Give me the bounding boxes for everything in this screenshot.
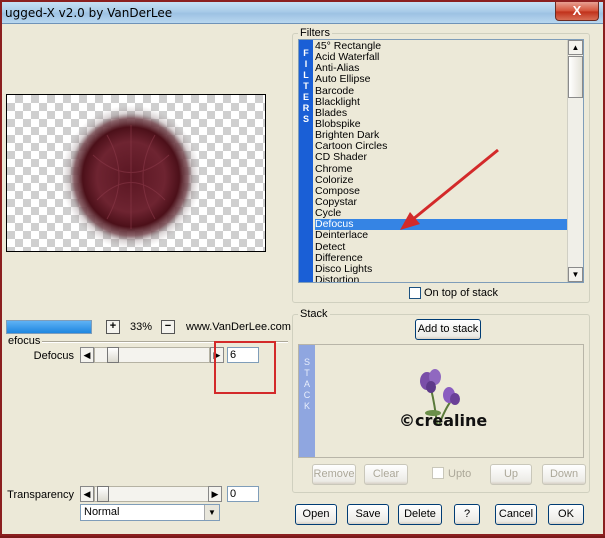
down-button[interactable]: Down <box>542 464 586 485</box>
website-link[interactable]: www.VanDerLee.com <box>186 321 291 333</box>
preview-canvas[interactable] <box>6 94 266 252</box>
up-button[interactable]: Up <box>490 464 532 485</box>
filter-list-item[interactable]: Copystar <box>315 196 567 208</box>
zoom-in-button[interactable]: + <box>106 320 120 334</box>
blend-mode-value: Normal <box>84 506 120 518</box>
strip-letter: K <box>303 401 310 411</box>
transparency-value-input[interactable]: 0 <box>227 486 259 502</box>
filter-list-item[interactable]: CD Shader <box>315 152 567 163</box>
blend-mode-select[interactable]: Normal ▼ <box>80 504 220 521</box>
parameters-section-label: efocus <box>6 335 43 347</box>
clear-button[interactable]: Clear <box>364 464 408 485</box>
scroll-down-icon[interactable]: ▼ <box>568 267 583 282</box>
crealine-watermark: ©crealine <box>399 411 488 430</box>
transparency-right-arrow[interactable]: ▶ <box>208 486 222 502</box>
filters-strip-text: FILTERS <box>301 48 311 125</box>
scrollbar-thumb[interactable] <box>568 56 583 98</box>
stack-list[interactable]: STACK ©crealine <box>298 344 584 458</box>
on-top-checkbox[interactable] <box>409 287 421 299</box>
zoom-out-button[interactable]: − <box>161 320 175 334</box>
defocus-slider-thumb[interactable] <box>107 347 119 363</box>
cancel-button[interactable]: Cancel <box>495 504 537 525</box>
zoom-progress <box>6 320 92 334</box>
on-top-label: On top of stack <box>424 287 498 299</box>
zoom-controls: + 33% − www.VanDerLee.com <box>6 318 291 336</box>
filter-list-item[interactable]: Deinterlace <box>315 230 567 241</box>
upto-checkbox[interactable] <box>432 467 444 479</box>
filter-list-scrollbar[interactable]: ▲ ▼ <box>567 40 583 282</box>
transparency-left-arrow[interactable]: ◀ <box>80 486 94 502</box>
strip-letter: I <box>304 59 308 69</box>
strip-letter: E <box>302 92 309 102</box>
filters-group-title: Filters <box>298 27 332 39</box>
strip-letter: T <box>303 81 309 91</box>
transparency-slider[interactable] <box>94 486 210 502</box>
stack-strip-text: STACK <box>302 357 312 412</box>
strip-letter: F <box>303 48 309 58</box>
zoom-level: 33% <box>130 321 153 333</box>
defocus-label: Defocus <box>33 350 74 362</box>
defocus-left-arrow[interactable]: ◀ <box>80 347 94 363</box>
plugin-window: ugged-X v2.0 by VanDerLee X + 33% − www.… <box>0 0 605 536</box>
add-to-stack-button[interactable]: Add to stack <box>415 319 481 340</box>
remove-button[interactable]: Remove <box>312 464 356 485</box>
ok-button[interactable]: OK <box>548 504 584 525</box>
dropdown-arrow-icon[interactable]: ▼ <box>204 505 219 520</box>
strip-letter: S <box>303 357 310 367</box>
delete-button[interactable]: Delete <box>398 504 442 525</box>
strip-letter: L <box>303 70 309 80</box>
stack-side-strip: STACK <box>299 345 315 457</box>
transparency-label: Transparency <box>7 489 74 501</box>
scroll-up-icon[interactable]: ▲ <box>568 40 583 55</box>
strip-letter: C <box>303 390 311 400</box>
filter-list[interactable]: FILTERS 45° Rectangle Acid Waterfall Anti-… <box>298 39 584 283</box>
strip-letter: A <box>303 379 310 389</box>
help-button[interactable]: ? <box>454 504 480 525</box>
filter-list-item[interactable]: Detect <box>315 241 567 253</box>
filter-list-item[interactable]: Blacklight <box>315 96 567 108</box>
close-button[interactable]: X <box>555 2 599 21</box>
save-button[interactable]: Save <box>347 504 389 525</box>
filters-side-strip: FILTERS <box>299 40 313 282</box>
window-title: ugged-X v2.0 by VanDerLee <box>5 6 173 20</box>
upto-label: Upto <box>448 468 472 480</box>
strip-letter: T <box>304 368 310 378</box>
annotation-highlight-box <box>214 341 276 394</box>
strip-letter: S <box>302 114 309 124</box>
preview-image <box>61 105 201 249</box>
title-bar: ugged-X v2.0 by VanDerLee X <box>2 2 603 24</box>
stack-group-title: Stack <box>298 308 330 320</box>
transparency-slider-thumb[interactable] <box>97 486 109 502</box>
strip-letter: R <box>302 103 310 113</box>
filter-list-item[interactable]: Auto Ellipse <box>315 74 567 85</box>
filter-items: 45° Rectangle Acid Waterfall Anti-Alias Aut… <box>315 40 567 282</box>
defocus-slider[interactable] <box>94 347 210 363</box>
open-button[interactable]: Open <box>295 504 337 525</box>
filter-list-item[interactable]: Distortion <box>315 274 567 282</box>
